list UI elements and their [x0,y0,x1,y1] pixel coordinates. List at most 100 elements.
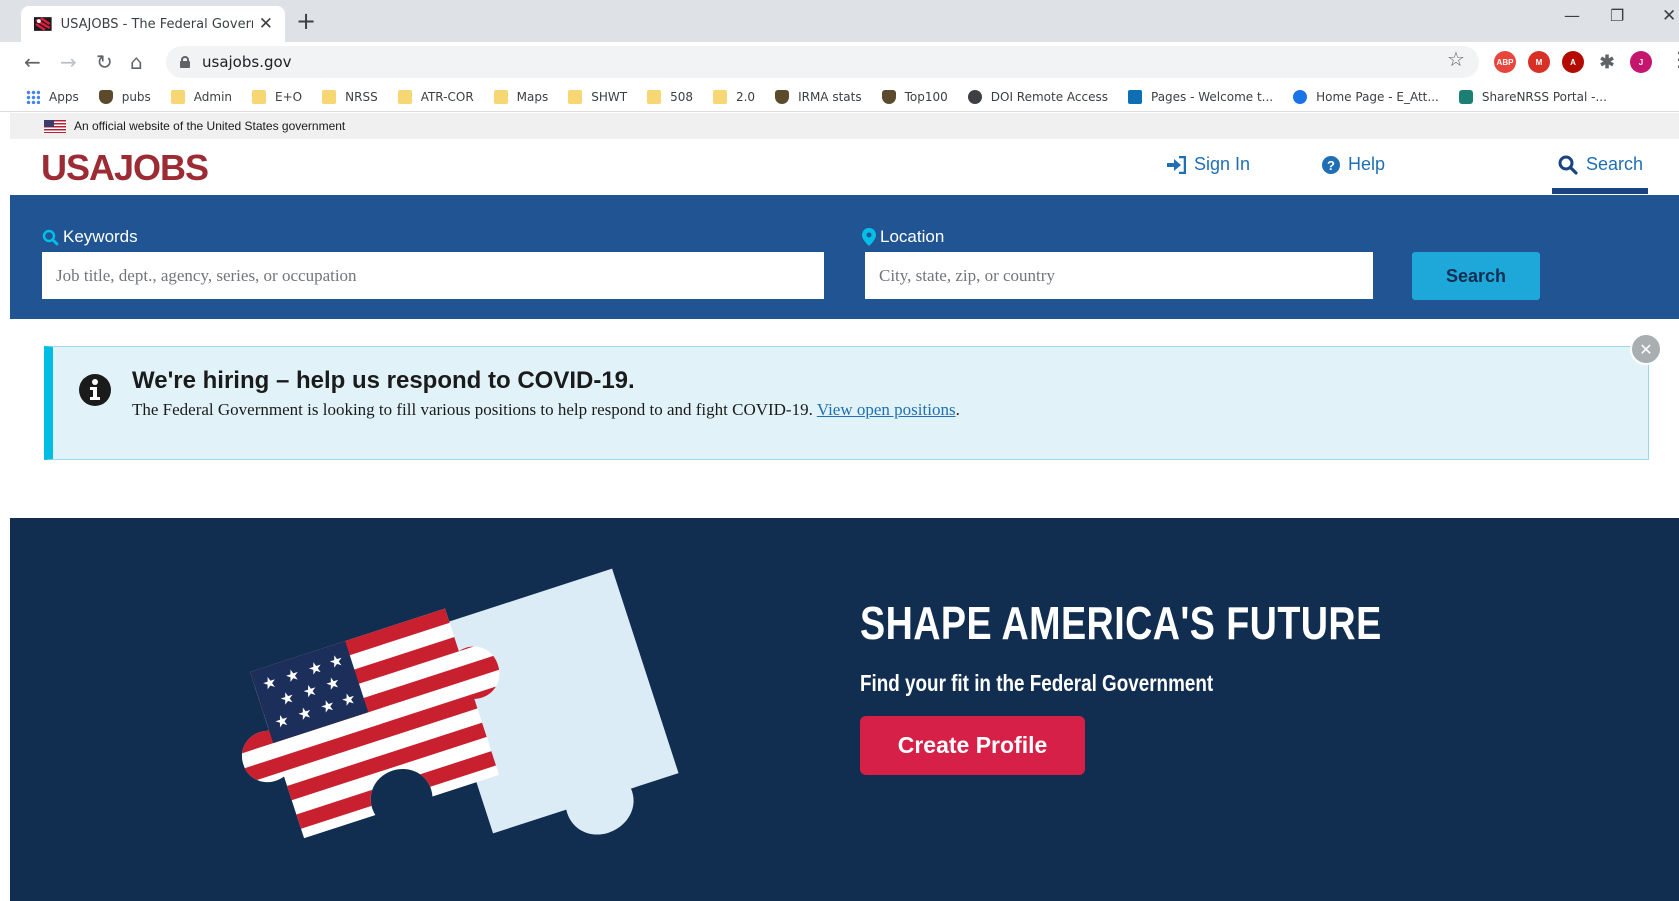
help-circle-icon: ? [1322,155,1340,174]
bookmark-item[interactable]: Apps [26,89,79,104]
bookmark-label: DOI Remote Access [990,89,1108,104]
keywords-search-icon [42,229,59,245]
bookmark-item[interactable]: pubs [98,89,151,104]
gov-banner-text: An official website of the United States… [74,119,346,133]
folder-icon [170,89,185,104]
tab-title: USAJOBS - The Federal Governm [60,16,253,32]
keywords-input[interactable] [42,252,824,299]
search-nav-link[interactable]: Search [1558,154,1643,175]
badge-icon [775,89,790,104]
bookmark-item[interactable]: IRMA stats [775,89,862,104]
bookmark-item[interactable]: DOI Remote Access [967,89,1108,104]
location-input[interactable] [865,252,1373,299]
covid-hiring-alert: We're hiring – help us respond to COVID-… [44,346,1649,460]
bookmark-item[interactable]: 2.0 [712,89,755,104]
usajobs-page: An official website of the United States… [10,113,1679,901]
bookmark-item[interactable]: NRSS [322,89,378,104]
alert-body: The Federal Government is looking to fil… [132,400,960,420]
bookmark-label: IRMA stats [798,89,862,104]
bookmark-star-icon[interactable]: ☆ [1447,47,1465,71]
usajobs-logo[interactable]: USAJOBS [41,147,209,189]
help-link[interactable]: ? Help [1322,154,1385,175]
folder-icon [712,89,727,104]
info-icon [79,374,111,406]
gmail-icon[interactable]: M [1528,51,1550,73]
bookmark-label: pubs [121,89,151,104]
minimize-icon[interactable]: — [1564,6,1580,25]
close-window-icon[interactable]: ✕ [1662,6,1676,26]
search-button[interactable]: Search [1412,252,1540,300]
browser-menu-icon[interactable]: ⋮ [1669,47,1679,71]
bookmark-label: ShareNRSS Portal -... [1481,89,1607,104]
us-flag-icon [44,119,66,133]
usajobs-favicon-icon [33,17,52,31]
sign-in-link[interactable]: Sign In [1166,154,1250,175]
pdf-icon[interactable]: A [1562,51,1584,73]
create-profile-button[interactable]: Create Profile [860,716,1085,775]
bookmark-label: Maps [516,89,549,104]
alert-body-period: . [955,400,960,419]
bookmarks-bar: Apps pubs Admin E+O NRSS ATR-COR Maps SHWT 508 2.… [0,82,1679,112]
browser-tab[interactable]: USAJOBS - The Federal Governm ✕ [21,6,285,42]
location-label-text: Location [880,227,945,246]
tab-close-icon[interactable]: ✕ [259,14,273,34]
bookmark-item[interactable]: 508 [647,89,693,104]
alert-close-icon[interactable]: ✕ [1630,333,1662,365]
bookmark-item[interactable]: ShareNRSS Portal -... [1458,89,1607,104]
puzzle-extension-icon[interactable]: ✱ [1596,51,1618,73]
bookmark-label: Home Page - E_Att... [1316,89,1439,104]
apps-grid-icon [26,89,40,104]
alert-title: We're hiring – help us respond to COVID-… [132,367,635,394]
keywords-label-text: Keywords [63,227,138,246]
back-arrow-icon[interactable]: ← [24,50,41,74]
url-text: usajobs.gov [202,53,292,71]
folder-icon [397,89,412,104]
profile-avatar[interactable]: J [1630,51,1652,73]
bookmark-item[interactable]: Home Page - E_Att... [1293,89,1439,104]
sharepoint-icon [1128,89,1142,104]
site-header: USAJOBS Sign In ? Help Search [10,139,1679,195]
hero-banner: ★ ★ ★ ★ ★ ★ ★ ★ ★ ★ ★ SHAPE AMERICA'S FUTURE Fin… [10,518,1679,901]
alert-body-text: The Federal Government is looking to fil… [132,400,813,419]
location-label: Location [862,227,944,247]
bookmark-item[interactable]: Admin [170,89,233,104]
lock-icon [180,56,190,68]
bookmark-label: ATR-COR [420,89,474,104]
bookmark-item[interactable]: ATR-COR [397,89,474,104]
sign-in-label: Sign In [1194,154,1251,174]
forward-arrow-icon[interactable]: → [60,50,77,74]
bookmark-label: Admin [193,89,233,104]
bookmark-item[interactable]: Pages - Welcome t... [1128,89,1274,104]
help-label: Help [1348,154,1386,174]
adblock-icon[interactable]: ABP [1494,51,1516,73]
restore-icon[interactable]: ❐ [1610,6,1624,25]
bookmark-label: SHWT [591,89,628,104]
bookmark-item[interactable]: E+O [252,89,302,104]
globe-icon [967,89,982,104]
address-bar[interactable]: usajobs.gov [166,46,1479,78]
bookmark-label: Top100 [904,89,948,104]
browser-tab-strip: USAJOBS - The Federal Governm ✕ + — ❐ ✕ [0,0,1679,42]
location-pin-icon [862,228,876,246]
folder-icon [493,89,508,104]
folder-icon [252,89,267,104]
hero-subtitle: Find your fit in the Federal Government [860,670,1214,696]
keywords-label: Keywords [42,227,138,247]
play-icon [1293,89,1308,104]
new-tab-button[interactable]: + [296,7,316,35]
badge-icon [98,89,113,104]
bookmark-item[interactable]: Top100 [881,89,948,104]
reload-icon[interactable]: ↻ [96,50,113,74]
bookmark-item[interactable]: SHWT [568,89,628,104]
bookmark-item[interactable]: Maps [493,89,549,104]
active-nav-underline [1552,188,1648,194]
bookmark-label: NRSS [345,89,378,104]
view-open-positions-link[interactable]: View open positions [817,400,956,419]
folder-icon [647,89,662,104]
home-icon[interactable]: ⌂ [130,50,143,74]
bookmark-label: 508 [670,89,693,104]
hero-title: SHAPE AMERICA'S FUTURE [860,597,1382,649]
bookmark-label: Pages - Welcome t... [1151,89,1274,104]
svg-text:?: ? [1327,158,1335,173]
search-icon [1558,155,1578,175]
